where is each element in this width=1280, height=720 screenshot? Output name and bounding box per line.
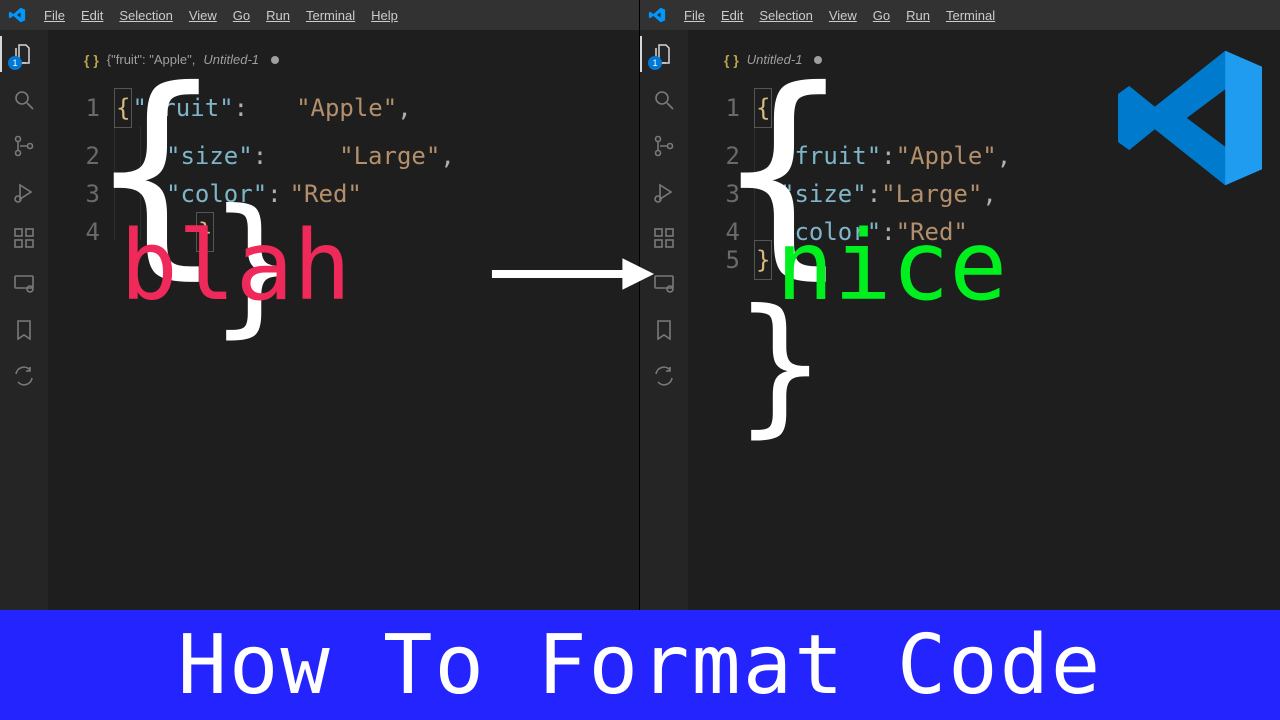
vscode-icon xyxy=(8,6,26,24)
extensions-icon[interactable] xyxy=(10,224,38,252)
menu-run[interactable]: Run xyxy=(258,4,298,27)
run-debug-icon[interactable] xyxy=(650,178,678,206)
menu-edit[interactable]: Edit xyxy=(713,4,751,27)
menu-go[interactable]: Go xyxy=(225,4,258,27)
menu-file[interactable]: File xyxy=(36,4,73,27)
explorer-badge: 1 xyxy=(648,56,662,70)
sync-icon[interactable] xyxy=(650,362,678,390)
bookmark-icon[interactable] xyxy=(10,316,38,344)
dirty-indicator-icon xyxy=(271,56,279,64)
menu-view[interactable]: View xyxy=(821,4,865,27)
arrow-icon xyxy=(488,254,656,299)
source-control-icon[interactable] xyxy=(10,132,38,160)
menu-selection[interactable]: Selection xyxy=(111,4,180,27)
overlay-word-nice: nice xyxy=(776,218,1007,314)
search-icon[interactable] xyxy=(650,86,678,114)
explorer-icon[interactable]: 1 xyxy=(650,40,678,68)
explorer-badge: 1 xyxy=(8,56,22,70)
extensions-icon[interactable] xyxy=(650,224,678,252)
explorer-icon[interactable]: 1 xyxy=(10,40,38,68)
menu-help[interactable]: Help xyxy=(363,4,406,27)
menu-terminal[interactable]: Terminal xyxy=(298,4,363,27)
source-control-icon[interactable] xyxy=(650,132,678,160)
menu-file[interactable]: File xyxy=(676,4,713,27)
menu-run[interactable]: Run xyxy=(898,4,938,27)
vscode-logo-icon xyxy=(1110,38,1270,203)
remote-icon[interactable] xyxy=(10,270,38,298)
vscode-window-before: File Edit Selection View Go Run Terminal… xyxy=(0,0,640,610)
vscode-icon xyxy=(648,6,666,24)
search-icon[interactable] xyxy=(10,86,38,114)
sync-icon[interactable] xyxy=(10,362,38,390)
activitybar-left: 1 xyxy=(0,30,48,610)
menu-terminal[interactable]: Terminal xyxy=(938,4,1003,27)
activitybar-right: 1 xyxy=(640,30,688,610)
menu-go[interactable]: Go xyxy=(865,4,898,27)
run-debug-icon[interactable] xyxy=(10,178,38,206)
menu-selection[interactable]: Selection xyxy=(751,4,820,27)
overlay-word-blah: blah xyxy=(120,218,351,314)
titlebar-left: File Edit Selection View Go Run Terminal… xyxy=(0,0,639,30)
menu-view[interactable]: View xyxy=(181,4,225,27)
banner-text: How To Format Code xyxy=(178,618,1103,713)
titlebar-right: File Edit Selection View Go Run Terminal xyxy=(640,0,1280,30)
menu-edit[interactable]: Edit xyxy=(73,4,111,27)
bookmark-icon[interactable] xyxy=(650,316,678,344)
banner: How To Format Code xyxy=(0,610,1280,720)
